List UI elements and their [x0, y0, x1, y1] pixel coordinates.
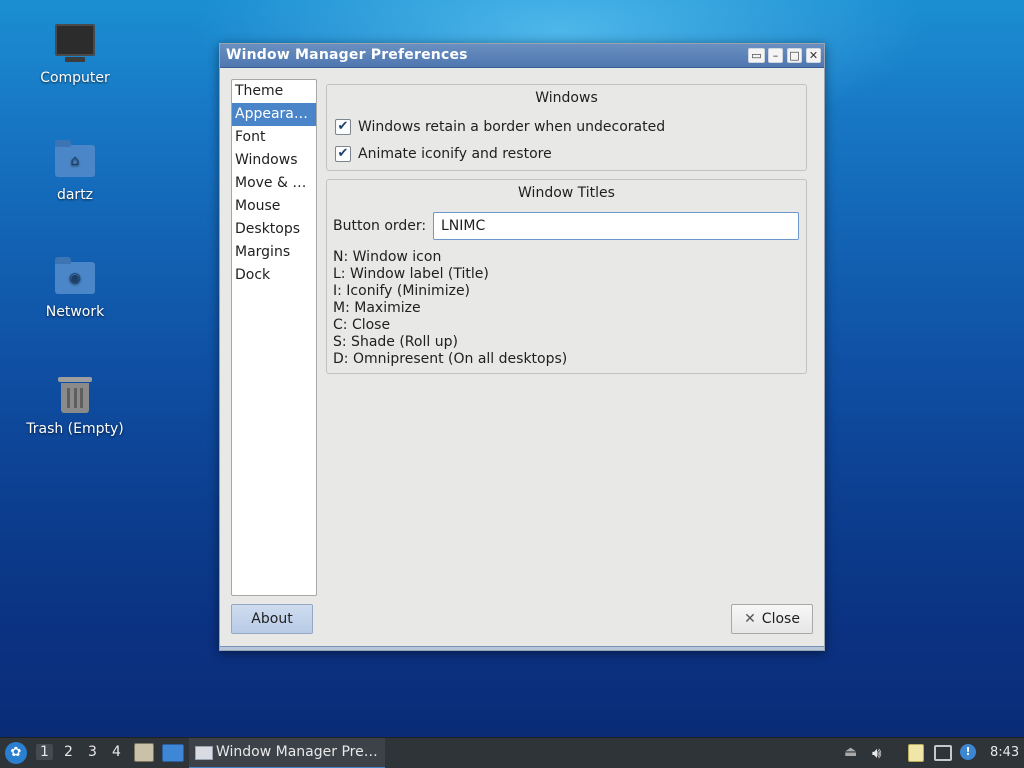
- update-notification-icon: !: [960, 744, 976, 760]
- button-order-input[interactable]: [433, 212, 799, 240]
- sidebar-item-dock[interactable]: Dock: [232, 264, 316, 287]
- eject-icon: ⏏: [844, 744, 858, 760]
- clipboard-icon: [908, 744, 924, 762]
- desktop-icon-trash[interactable]: Trash (Empty): [20, 373, 130, 437]
- desktop-icon-computer[interactable]: Computer: [20, 22, 130, 86]
- animate-iconify-checkbox[interactable]: ✔: [335, 146, 351, 162]
- button-order-legend: N: Window icon L: Window label (Title) I…: [333, 249, 567, 368]
- window-icon: [195, 746, 213, 760]
- home-folder-icon: ⌂: [53, 139, 97, 183]
- file-manager-icon: [134, 743, 154, 762]
- minimize-button[interactable]: –: [768, 48, 783, 63]
- retain-border-option[interactable]: ✔ Windows retain a border when undecorat…: [335, 118, 665, 136]
- window-titlebar[interactable]: Window Manager Preferences ▭ – □ ✕: [220, 44, 824, 68]
- windows-section: Windows ✔ Windows retain a border when u…: [326, 84, 807, 171]
- desktop-icon-label: Computer: [40, 70, 110, 86]
- clock[interactable]: 8:43: [990, 745, 1019, 760]
- start-menu-button[interactable]: ✿: [5, 742, 27, 764]
- animate-iconify-option[interactable]: ✔ Animate iconify and restore: [335, 145, 552, 163]
- network-wired-icon: [934, 745, 952, 761]
- network-tray-button[interactable]: [934, 744, 952, 762]
- section-title: Windows: [535, 90, 598, 106]
- option-label: Windows retain a border when undecorated: [358, 119, 666, 135]
- desktop-icon-label: Trash (Empty): [26, 421, 124, 437]
- desktop-icon: [162, 744, 184, 762]
- distro-logo-icon: ✿: [10, 745, 22, 760]
- legend-line: M: Maximize: [333, 300, 421, 316]
- workspace-4[interactable]: 4: [112, 744, 121, 760]
- legend-line: N: Window icon: [333, 249, 442, 265]
- sidebar-item-mouse[interactable]: Mouse: [232, 195, 316, 218]
- maximize-icon: □: [789, 49, 800, 62]
- desktop-icon-label: Network: [45, 304, 105, 320]
- clipboard-tray-button[interactable]: [908, 744, 926, 762]
- button-order-label: Button order:: [333, 218, 427, 234]
- sidebar-item-desktops[interactable]: Desktops: [232, 218, 316, 241]
- legend-line: C: Close: [333, 317, 391, 333]
- legend-line: S: Shade (Roll up): [333, 334, 458, 350]
- taskbar-item-window-manager[interactable]: Window Manager Pre…: [189, 738, 385, 768]
- file-manager-launcher[interactable]: [134, 743, 154, 762]
- legend-line: L: Window label (Title): [333, 266, 489, 282]
- window-titles-section: Window Titles Button order: N: Window ic…: [326, 179, 807, 374]
- retain-border-checkbox[interactable]: ✔: [335, 119, 351, 135]
- sidebar-item-move-resize[interactable]: Move & …: [232, 172, 316, 195]
- window-manager-preferences-window: Window Manager Preferences ▭ – □ ✕ Theme…: [219, 43, 825, 651]
- sidebar-item-appearance[interactable]: Appeara…: [232, 103, 316, 126]
- workspace-3[interactable]: 3: [88, 744, 97, 760]
- window-bottom-border[interactable]: [220, 646, 824, 650]
- show-desktop-launcher[interactable]: [162, 744, 184, 762]
- network-folder-icon: ◉: [53, 256, 97, 300]
- workspace-1[interactable]: 1: [36, 744, 53, 760]
- close-button[interactable]: ✕ Close: [731, 604, 813, 634]
- shade-icon: ▭: [751, 49, 762, 62]
- section-title: Window Titles: [518, 185, 615, 201]
- shade-button[interactable]: ▭: [748, 48, 765, 63]
- minimize-icon: –: [772, 49, 779, 62]
- volume-icon: 🔊︎: [872, 744, 882, 762]
- desktop-icon-label: dartz: [56, 187, 94, 203]
- close-button-label: Close: [761, 611, 800, 627]
- workspace-2[interactable]: 2: [64, 744, 73, 760]
- close-icon: ✕: [808, 49, 819, 62]
- preferences-sidebar: Theme Appeara… Font Windows Move & … Mou…: [231, 79, 317, 596]
- close-icon: ✕: [744, 611, 756, 627]
- eject-tray-button[interactable]: ⏏: [844, 744, 862, 762]
- computer-icon: [53, 22, 97, 66]
- close-window-button[interactable]: ✕: [806, 48, 821, 63]
- sidebar-item-font[interactable]: Font: [232, 126, 316, 149]
- trash-icon: [53, 373, 97, 417]
- window-title: Window Manager Preferences: [226, 47, 468, 63]
- sidebar-item-windows[interactable]: Windows: [232, 149, 316, 172]
- legend-line: I: Iconify (Minimize): [333, 283, 471, 299]
- checkmark-icon: ✔: [337, 119, 349, 134]
- desktop-icon-home[interactable]: ⌂ dartz: [20, 139, 130, 203]
- sidebar-item-margins[interactable]: Margins: [232, 241, 316, 264]
- notifications-tray-button[interactable]: !: [960, 744, 978, 762]
- taskbar: ✿ 1 2 3 4 Window Manager Pre… ⏏ 🔊︎ ! 8:4…: [0, 737, 1024, 768]
- sidebar-item-theme[interactable]: Theme: [232, 80, 316, 103]
- taskbar-item-label: Window Manager Pre…: [216, 744, 378, 760]
- desktop-icon-network[interactable]: ◉ Network: [20, 256, 130, 320]
- maximize-button[interactable]: □: [787, 48, 802, 63]
- about-button[interactable]: About: [231, 604, 313, 634]
- checkmark-icon: ✔: [337, 146, 349, 161]
- legend-line: D: Omnipresent (On all desktops): [333, 351, 568, 367]
- option-label: Animate iconify and restore: [358, 146, 552, 162]
- volume-tray-button[interactable]: 🔊︎: [872, 744, 890, 762]
